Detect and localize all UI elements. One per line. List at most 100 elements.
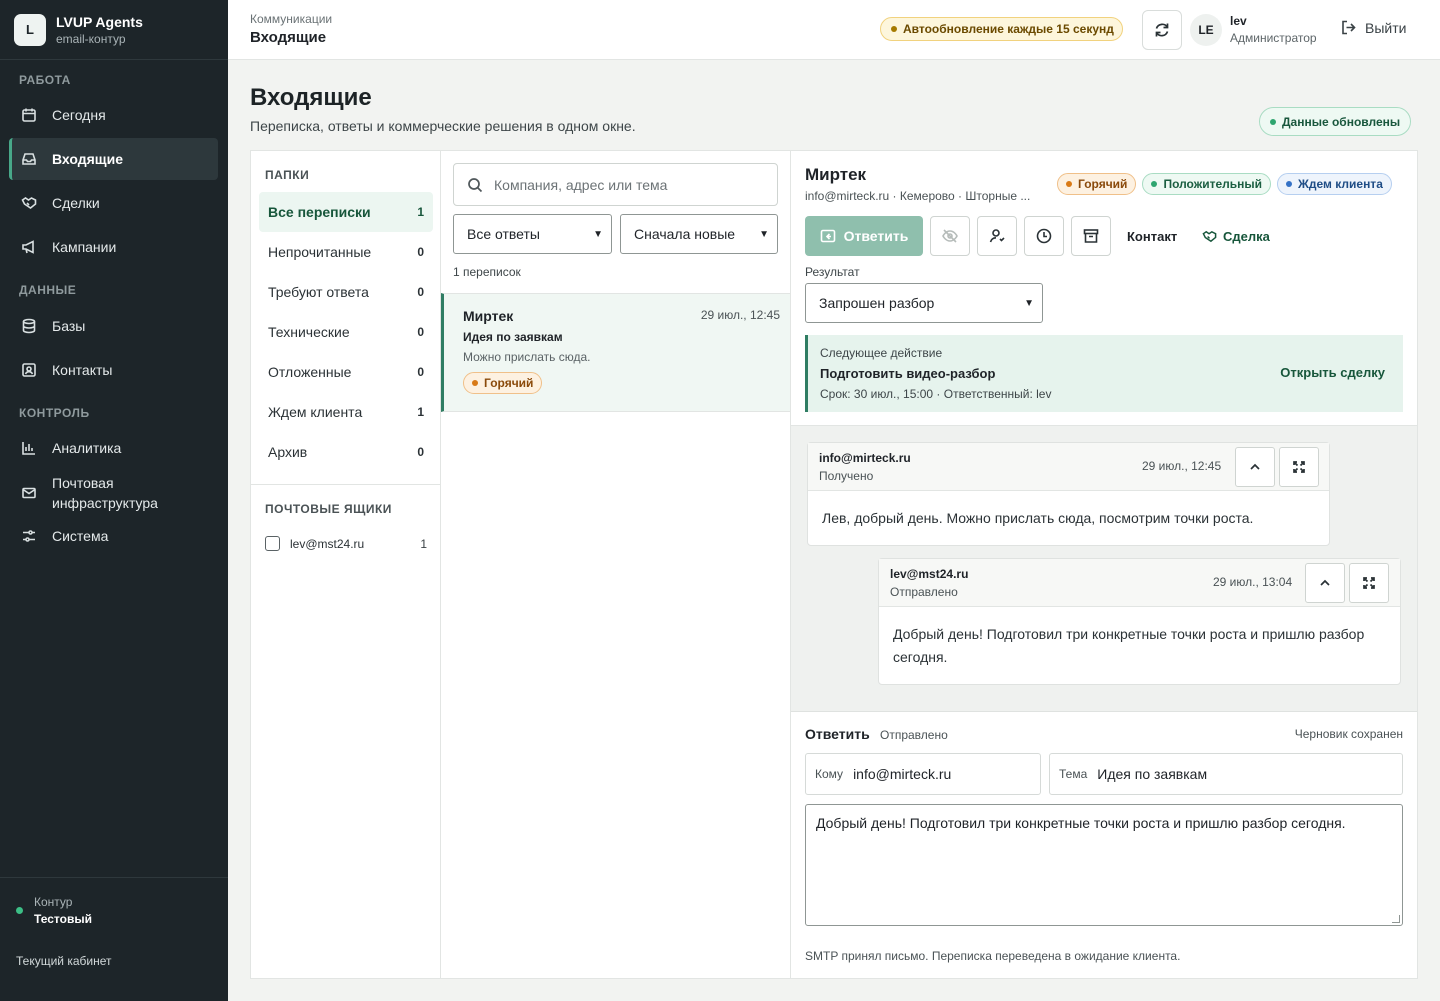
message-body-textarea[interactable]: Добрый день! Подготовил три конкретные т…: [805, 804, 1403, 926]
result-select[interactable]: Запрошен разбор ▼: [805, 283, 1043, 323]
detail-meta: info@mirteck.ru · Кемерово · Шторные ...: [805, 189, 1031, 203]
folder-count: 0: [417, 325, 424, 339]
folder-waiting-client[interactable]: Ждем клиента 1: [259, 392, 433, 432]
message-body: Лев, добрый день. Можно прислать сюда, п…: [822, 510, 1254, 526]
folder-label: Требуют ответа: [268, 284, 369, 300]
message-header: lev@mst24.ru Отправлено 29 июл., 13:04: [879, 559, 1400, 607]
eye-off-icon: [942, 229, 958, 243]
current-cabinet[interactable]: Текущий кабинет: [16, 954, 112, 968]
thread-count: 1 переписок: [453, 265, 521, 279]
sidebar-item-bases[interactable]: Базы: [9, 306, 218, 346]
to-field[interactable]: Кому info@mirteck.ru: [805, 753, 1041, 795]
send-status-text: SMTP принял письмо. Переписка переведена…: [805, 949, 1181, 963]
sort-select[interactable]: Сначала новые ▼: [620, 214, 778, 254]
subject-value: Идея по заявкам: [1097, 766, 1208, 782]
sidebar-item-deals[interactable]: Сделки: [9, 183, 218, 223]
mark-unread-button[interactable]: [930, 216, 970, 256]
sidebar-item-label: Базы: [52, 318, 86, 334]
reply-button[interactable]: Ответить: [805, 216, 923, 256]
sidebar-item-label: Входящие: [52, 151, 123, 167]
sidebar-item-campaigns[interactable]: Кампании: [9, 227, 218, 267]
divider: [251, 484, 440, 485]
subject-label: Тема: [1059, 767, 1088, 781]
collapse-button[interactable]: [1235, 447, 1275, 487]
folder-needs-reply[interactable]: Требуют ответа 0: [259, 272, 433, 312]
sidebar-item-mail-infrastructure[interactable]: Почтовая инфраструктура: [9, 472, 218, 514]
message-date: 29 июл., 12:45: [1142, 459, 1222, 473]
avatar[interactable]: LE: [1190, 14, 1222, 46]
sidebar-item-contacts[interactable]: Контакты: [9, 350, 218, 390]
refresh-button[interactable]: [1142, 10, 1182, 50]
archive-button[interactable]: [1071, 216, 1111, 256]
sidebar-item-label: Сделки: [52, 195, 100, 211]
folder-archive[interactable]: Архив 0: [259, 432, 433, 472]
mailboxes-heading: ПОЧТОВЫЕ ЯЩИКИ: [265, 502, 392, 516]
reply-filter-select[interactable]: Все ответы ▼: [453, 214, 612, 254]
deal-link[interactable]: Сделка: [1202, 216, 1270, 256]
conversation: info@mirteck.ru Получено 29 июл., 12:45 …: [791, 425, 1417, 712]
folder-count: 1: [417, 405, 424, 419]
subject-field[interactable]: Тема Идея по заявкам: [1049, 753, 1403, 795]
next-action-card: Следующее действие Подготовить видео-раз…: [805, 335, 1403, 412]
auto-refresh-text: Автообновление каждые 15 секунд: [903, 22, 1114, 36]
next-action-title: Подготовить видео-разбор: [820, 366, 996, 381]
composer-status: Отправлено: [880, 728, 948, 742]
search-icon: [468, 177, 483, 192]
thread-item[interactable]: Миртек 29 июл., 12:45 Идея по заявкам Мо…: [441, 293, 790, 412]
result-label: Результат: [805, 265, 860, 279]
message-received: info@mirteck.ru Получено 29 июл., 12:45 …: [807, 442, 1330, 546]
status-dot: [1286, 181, 1293, 187]
folder-label: Архив: [268, 444, 308, 460]
reply-label: Ответить: [843, 228, 909, 244]
detail-company: Миртек: [805, 165, 867, 184]
brand[interactable]: L LVUP Agents email-контур: [0, 0, 228, 60]
assign-button[interactable]: [977, 216, 1017, 256]
inbox-panel: ПАПКИ Все переписки 1 Непрочитанные 0 Тр…: [250, 150, 1418, 979]
breadcrumb[interactable]: Коммуникации: [250, 12, 332, 26]
expand-icon: [1293, 461, 1305, 473]
folder-label: Технические: [268, 324, 350, 340]
tag-positive: Положительный: [1142, 173, 1272, 195]
topbar-title: Входящие: [250, 29, 327, 46]
clock-icon: [1036, 228, 1052, 244]
select-value: Запрошен разбор: [819, 295, 935, 311]
sidebar-item-analytics[interactable]: Аналитика: [9, 428, 218, 468]
expand-button[interactable]: [1349, 563, 1389, 603]
mail-icon: [21, 485, 37, 501]
expand-icon: [1363, 577, 1375, 589]
thread-detail: Миртек info@mirteck.ru · Кемерово · Штор…: [791, 151, 1417, 978]
user-icon: [989, 229, 1005, 243]
folders-heading: ПАПКИ: [265, 168, 310, 182]
folder-count: 0: [417, 445, 424, 459]
deal-link-label: Сделка: [1223, 228, 1270, 244]
sidebar-item-label: Кампании: [52, 239, 117, 255]
logout-button[interactable]: Выйти: [1340, 19, 1406, 36]
resize-handle[interactable]: [1392, 915, 1400, 923]
sidebar-item-inbox[interactable]: Входящие: [9, 138, 218, 180]
folder-count: 0: [417, 285, 424, 299]
mailbox-item[interactable]: lev@mst24.ru 1: [265, 536, 427, 551]
folder-all[interactable]: Все переписки 1: [259, 192, 433, 232]
sidebar: L LVUP Agents email-контур РАБОТА Сегодн…: [0, 0, 228, 1001]
search-input[interactable]: Компания, адрес или тема: [453, 163, 778, 206]
open-deal-link[interactable]: Открыть сделку: [1280, 365, 1385, 380]
reply-composer: Ответить Отправлено Черновик сохранен Ко…: [791, 712, 1417, 978]
sidebar-item-today[interactable]: Сегодня: [9, 95, 218, 135]
nav-section-work: РАБОТА: [19, 73, 71, 87]
composer-title: Ответить: [805, 726, 870, 742]
tag-label: Ждем клиента: [1298, 177, 1383, 191]
folder-snoozed[interactable]: Отложенные 0: [259, 352, 433, 392]
sidebar-item-system[interactable]: Система: [9, 516, 218, 556]
tag-waiting-client: Ждем клиента: [1277, 173, 1392, 195]
status-dot: [891, 26, 897, 32]
snooze-button[interactable]: [1024, 216, 1064, 256]
expand-button[interactable]: [1279, 447, 1319, 487]
collapse-button[interactable]: [1305, 563, 1345, 603]
tag-label: Горячий: [484, 376, 534, 390]
folder-technical[interactable]: Технические 0: [259, 312, 433, 352]
folder-unread[interactable]: Непрочитанные 0: [259, 232, 433, 272]
message-from: lev@mst24.ru: [890, 567, 969, 581]
tag-hot: Горячий: [1057, 173, 1137, 195]
contact-link[interactable]: Контакт: [1127, 216, 1177, 256]
mailbox-checkbox[interactable]: [265, 536, 280, 551]
